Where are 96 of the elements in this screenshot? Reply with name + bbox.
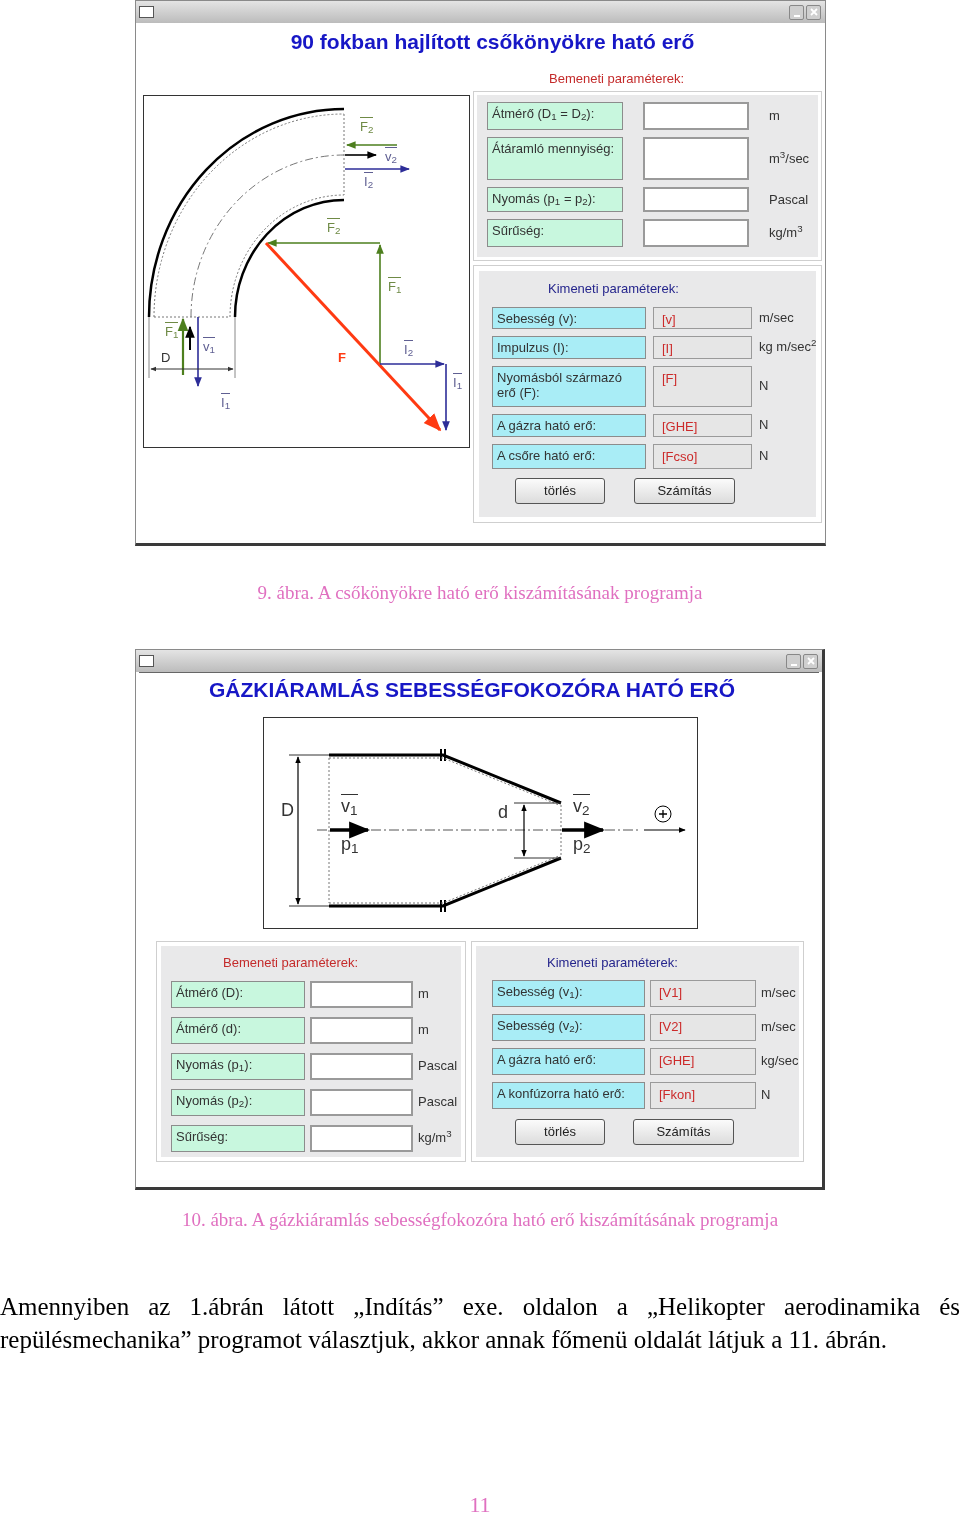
- diagram-label: I$_{1}$: [221, 393, 231, 409]
- result-value: [V2]: [650, 1013, 756, 1041]
- diagram-label: p$_{1}$: [341, 833, 359, 853]
- diagram-label: I$_{1}$: [453, 373, 463, 389]
- diagram-label: F$_{2}$: [327, 218, 341, 234]
- unit-label: m/sec: [759, 308, 795, 327]
- unit-label: m/sec: [761, 984, 797, 1003]
- window-heading: GÁZKIÁRAMLÁS SEBESSÉGFOKOZÓRA HATÓ ERŐ: [207, 677, 737, 703]
- diagram-label: D: [281, 799, 294, 819]
- minimize-button[interactable]: [789, 4, 804, 20]
- unit-label: m: [418, 1021, 430, 1040]
- result-value: [GHE]: [653, 413, 752, 437]
- field-label: Nyomás (p$_{1}$ = p$_{2}$):: [487, 187, 623, 212]
- result-label: A konfúzorra ható erő:: [492, 1081, 645, 1109]
- result-value: [V1]: [650, 979, 756, 1007]
- result-value: [Fcso]: [653, 443, 752, 469]
- unit-label: kg/m$^{3}$: [418, 1128, 453, 1148]
- minimize-icon: [790, 663, 797, 666]
- result-label: A gázra ható erő:: [492, 413, 646, 437]
- close-button[interactable]: [806, 4, 821, 20]
- unit-label: N: [759, 447, 770, 466]
- diagram-label: I$_{2}$: [364, 172, 374, 188]
- result-value: [v]: [653, 306, 752, 329]
- close-icon: [809, 8, 818, 16]
- input-field[interactable]: [310, 1016, 413, 1044]
- unit-label: N: [759, 377, 770, 396]
- unit-label: N: [761, 1086, 772, 1105]
- unit-label: N: [759, 416, 770, 435]
- unit-label: Pascal: [418, 1093, 459, 1112]
- field-label: Sűrűség:: [171, 1124, 305, 1152]
- unit-label: m/sec: [761, 1018, 797, 1037]
- input-field[interactable]: [643, 219, 749, 247]
- input-field[interactable]: [310, 1124, 413, 1152]
- diagram-label: v$_{1}$: [341, 794, 358, 815]
- field-label: Sűrűség:: [487, 219, 623, 247]
- result-label: Sebesség (v$_{1}$):: [492, 979, 645, 1007]
- result-label: Sebesség (v$_{2}$):: [492, 1013, 645, 1041]
- diagram-label: p$_{2}$: [573, 833, 591, 853]
- calculate-button[interactable]: Számítás: [634, 477, 735, 504]
- unit-label: Pascal: [769, 190, 810, 209]
- input-field[interactable]: [310, 1052, 413, 1080]
- input-field[interactable]: [310, 980, 413, 1008]
- unit-label: kg/sec: [761, 1052, 799, 1071]
- window-icon: [139, 655, 154, 667]
- diagram-label: F$_{1}$: [388, 277, 402, 293]
- window-heading: 90 fokban hajlított csőkönyökre ható erő: [289, 29, 696, 55]
- unit-label: m: [418, 985, 430, 1004]
- clear-button[interactable]: törlés: [515, 1118, 605, 1145]
- diagram-label: F$_{1}$: [165, 322, 179, 338]
- unit-label: m$^{3}$/sec: [769, 148, 811, 168]
- unit-label: kg m/sec$^{2}$: [759, 337, 817, 357]
- diagram-label: D: [161, 349, 171, 364]
- panel-heading: Kimeneti paraméterek:: [548, 280, 680, 298]
- field-label: Nyomás (p$_{1}$):: [171, 1052, 305, 1080]
- figure-caption: 10. ábra. A gázkiáramlás sebességfokozóra ható erő kiszámításának programja: [180, 1208, 780, 1232]
- result-label: Nyomásból származó erő (F):: [492, 365, 646, 407]
- panel-heading: Bemeneti paraméterek:: [549, 70, 686, 87]
- figure-caption: 9. ábra. A csőkönyökre ható erő kiszámításának programja: [256, 581, 704, 605]
- result-value: [Fkon]: [650, 1081, 756, 1109]
- result-value: [I]: [653, 335, 752, 359]
- field-label: Átmérő (D):: [171, 980, 305, 1008]
- diagram-label: F$_{2}$: [360, 117, 374, 133]
- diagram-label: I$_{2}$: [404, 340, 414, 356]
- input-field[interactable]: [643, 102, 749, 130]
- close-icon: [806, 657, 815, 665]
- diagram-label: v$_{2}$: [573, 794, 590, 815]
- result-label: A gázra ható erő:: [492, 1047, 645, 1075]
- result-value: [GHE]: [650, 1047, 756, 1075]
- result-label: A csőre ható erő:: [492, 443, 646, 469]
- page-number: 11: [468, 1491, 492, 1519]
- result-label: Sebesség (v):: [492, 306, 646, 329]
- unit-label: kg/m$^{3}$: [769, 223, 804, 243]
- close-button[interactable]: [803, 653, 818, 669]
- input-field[interactable]: [310, 1088, 413, 1116]
- input-field[interactable]: [643, 137, 749, 180]
- field-label: Átmérő (D$_{1}$ = D$_{2}$):: [487, 102, 623, 130]
- minimize-button[interactable]: [786, 653, 801, 669]
- body-paragraph: Amennyiben az 1.ábrán látott „Indítás” exe. oldalon a „Helikopter aerodinamika és repülésmechanika” programot választjuk, akkor annak főmenü oldalát látjuk a 11. ábrán.: [0, 1292, 960, 1355]
- window-icon: [139, 6, 154, 18]
- minimize-icon: [793, 14, 800, 17]
- field-label: Átáramló mennyiség:: [487, 137, 623, 180]
- diagram-label: v$_{1}$: [203, 337, 215, 353]
- unit-label: Pascal: [418, 1057, 459, 1076]
- diagram-label: F: [338, 349, 346, 364]
- result-label: Impulzus (I):: [492, 335, 646, 359]
- panel-heading: Bemeneti paraméterek:: [223, 954, 360, 972]
- diagram-label: d: [498, 801, 508, 821]
- field-label: Átmérő (d):: [171, 1016, 305, 1044]
- unit-label: m: [769, 107, 781, 126]
- field-label: Nyomás (p$_{2}$):: [171, 1088, 305, 1116]
- panel-heading: Kimeneti paraméterek:: [547, 954, 679, 972]
- calculate-button[interactable]: Számítás: [633, 1118, 734, 1145]
- result-value: [F]: [653, 365, 752, 407]
- input-field[interactable]: [643, 187, 749, 212]
- diagram-label: v$_{2}$: [385, 147, 397, 163]
- clear-button[interactable]: törlés: [515, 477, 605, 504]
